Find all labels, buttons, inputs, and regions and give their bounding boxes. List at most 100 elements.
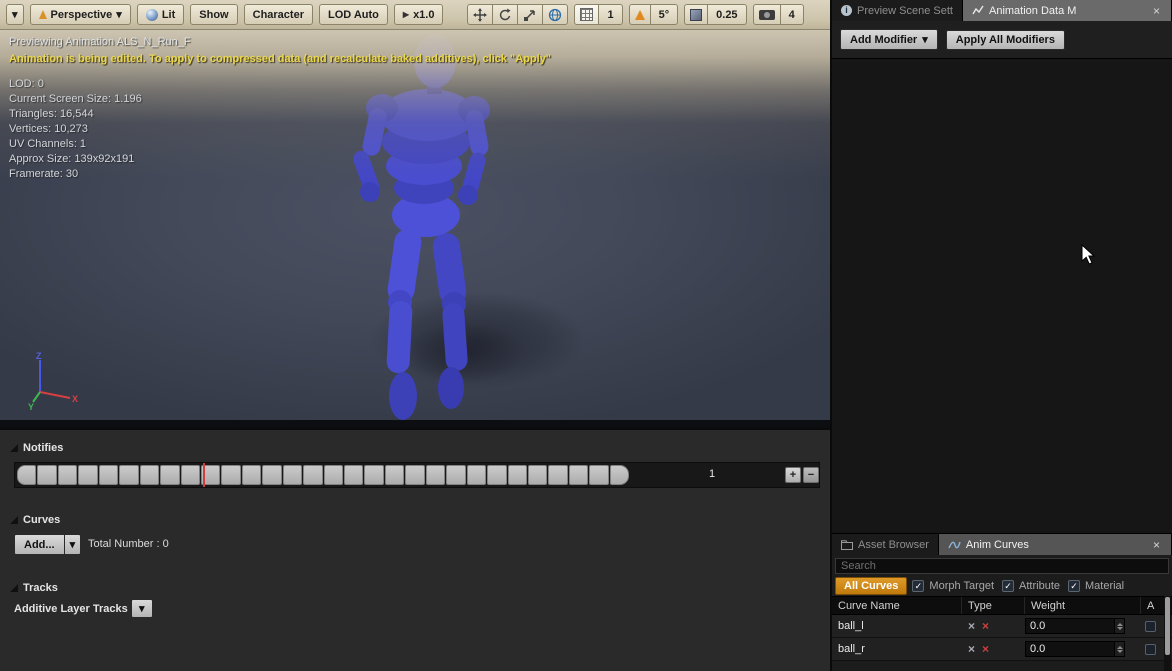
- translate-tool-button[interactable]: [467, 4, 493, 25]
- notify-track-cell[interactable]: [283, 465, 302, 485]
- remove-notify-track-button[interactable]: −: [803, 467, 819, 483]
- playback-speed-button[interactable]: ▶ x1.0: [394, 4, 444, 25]
- scale-tool-button[interactable]: [517, 4, 543, 25]
- additive-layer-tracks-dropdown[interactable]: ▾: [131, 599, 153, 618]
- rotation-snap-toggle[interactable]: [629, 4, 651, 25]
- viewport-toolbar: ▾ Perspective ▾ Lit Show Character LOD A…: [0, 0, 830, 30]
- all-curves-filter-button[interactable]: All Curves: [835, 577, 907, 595]
- animation-viewport: ▾ Perspective ▾ Lit Show Character LOD A…: [0, 0, 830, 428]
- stat-framerate: Framerate: 30: [9, 167, 551, 182]
- notify-track-cell[interactable]: [221, 465, 240, 485]
- table-row[interactable]: ball_l × ×: [832, 615, 1172, 638]
- curve-type-icons: × ×: [962, 642, 1025, 656]
- viewport-options-button[interactable]: ▾: [6, 4, 24, 25]
- character-button[interactable]: Character: [244, 4, 313, 25]
- notify-track-cell[interactable]: [78, 465, 97, 485]
- move-icon: [473, 8, 487, 22]
- curve-search-input[interactable]: [835, 558, 1169, 574]
- notify-track-cell[interactable]: [508, 465, 527, 485]
- scrollbar-thumb[interactable]: [1165, 597, 1170, 655]
- notify-track-cell[interactable]: [426, 465, 445, 485]
- scale-snap-value-button[interactable]: 0.25: [707, 4, 746, 25]
- notify-track-cell[interactable]: [140, 465, 159, 485]
- notify-track-cell[interactable]: [446, 465, 465, 485]
- add-curve-dropdown[interactable]: ▾: [64, 534, 82, 555]
- notify-track-cell[interactable]: [99, 465, 118, 485]
- grid-snap-toggle[interactable]: [574, 4, 599, 25]
- close-icon[interactable]: ×: [1151, 538, 1162, 552]
- axis-gizmo: Z X Y: [26, 350, 78, 412]
- notifies-section-header[interactable]: Notifies: [10, 442, 63, 454]
- notify-track-cell[interactable]: [181, 465, 200, 485]
- rotate-tool-button[interactable]: [492, 4, 518, 25]
- morph-target-checkbox[interactable]: ✓: [912, 580, 924, 592]
- add-curve-button[interactable]: Add...: [14, 534, 65, 555]
- show-button[interactable]: Show: [190, 4, 237, 25]
- notify-track-cell[interactable]: [17, 465, 36, 485]
- table-row[interactable]: ball_r × ×: [832, 638, 1172, 661]
- camera-speed-button[interactable]: [753, 4, 781, 25]
- header-weight[interactable]: Weight: [1025, 597, 1141, 614]
- tab-animation-data-modifiers[interactable]: Animation Data M ×: [963, 0, 1172, 21]
- auto-checkbox[interactable]: [1145, 621, 1156, 632]
- morph-target-label: Morph Target: [929, 580, 994, 592]
- add-notify-track-button[interactable]: +: [785, 467, 801, 483]
- notify-track-cell[interactable]: [58, 465, 77, 485]
- notify-track-cell[interactable]: [589, 465, 608, 485]
- add-modifier-button[interactable]: Add Modifier ▾: [840, 29, 938, 50]
- scale-snap-toggle[interactable]: [684, 4, 708, 25]
- lit-mode-button[interactable]: Lit: [137, 4, 184, 25]
- notify-track-cell[interactable]: [385, 465, 404, 485]
- viewport-canvas[interactable]: Previewing Animation ALS_N_Run_F Animati…: [0, 30, 830, 420]
- tab-anim-curves[interactable]: Anim Curves ×: [939, 534, 1172, 555]
- weight-input[interactable]: [1025, 618, 1115, 634]
- notify-track-cell[interactable]: [242, 465, 261, 485]
- notify-track-cell[interactable]: [344, 465, 363, 485]
- weight-spinner[interactable]: [1115, 641, 1125, 657]
- notify-track-cell[interactable]: [487, 465, 506, 485]
- curves-section-header[interactable]: Curves: [10, 514, 60, 526]
- morph-x-icon: ×: [968, 619, 975, 633]
- material-checkbox[interactable]: ✓: [1068, 580, 1080, 592]
- timeline-playhead[interactable]: [203, 463, 205, 487]
- notify-track-cell[interactable]: [303, 465, 322, 485]
- camera-speed-value-button[interactable]: 4: [780, 4, 804, 25]
- attribute-checkbox[interactable]: ✓: [1002, 580, 1014, 592]
- weight-input[interactable]: [1025, 641, 1115, 657]
- apply-all-modifiers-button[interactable]: Apply All Modifiers: [946, 30, 1065, 50]
- notify-track-cell[interactable]: [364, 465, 383, 485]
- anim-curves-panel: Asset Browser Anim Curves × All Curves ✓…: [832, 533, 1172, 671]
- notify-track-cell[interactable]: [160, 465, 179, 485]
- notify-track-cell[interactable]: [548, 465, 567, 485]
- vertical-scrollbar[interactable]: [1164, 596, 1171, 671]
- tracks-section-header[interactable]: Tracks: [10, 582, 58, 594]
- notify-track-cell[interactable]: [569, 465, 588, 485]
- tab-asset-browser[interactable]: Asset Browser: [832, 534, 939, 555]
- notify-track-cell[interactable]: [528, 465, 547, 485]
- stat-uv-channels: UV Channels: 1: [9, 137, 551, 152]
- notify-track: 1 + −: [14, 462, 820, 488]
- curve-name: ball_l: [832, 620, 962, 632]
- material-label: Material: [1085, 580, 1124, 592]
- tab-preview-scene-settings[interactable]: i Preview Scene Sett: [832, 0, 963, 21]
- close-icon[interactable]: ×: [1151, 4, 1162, 18]
- notify-track-cell[interactable]: [610, 465, 629, 485]
- weight-spinner[interactable]: [1115, 618, 1125, 634]
- world-coordinate-button[interactable]: [542, 4, 568, 25]
- grid-snap-value-button[interactable]: 1: [598, 4, 622, 25]
- notify-track-cell[interactable]: [262, 465, 281, 485]
- lod-auto-button[interactable]: LOD Auto: [319, 4, 388, 25]
- notify-track-cell[interactable]: [467, 465, 486, 485]
- notify-track-cell[interactable]: [37, 465, 56, 485]
- auto-checkbox[interactable]: [1145, 644, 1156, 655]
- lit-label: Lit: [162, 9, 175, 21]
- rotation-snap-value: 5°: [659, 9, 670, 21]
- header-type[interactable]: Type: [962, 597, 1025, 614]
- camera-speed-group: 4: [753, 4, 804, 25]
- notify-track-cell[interactable]: [119, 465, 138, 485]
- header-curve-name[interactable]: Curve Name: [832, 597, 962, 614]
- notify-track-cell[interactable]: [324, 465, 343, 485]
- rotation-snap-value-button[interactable]: 5°: [650, 4, 679, 25]
- perspective-button[interactable]: Perspective ▾: [30, 4, 131, 25]
- notify-track-cell[interactable]: [405, 465, 424, 485]
